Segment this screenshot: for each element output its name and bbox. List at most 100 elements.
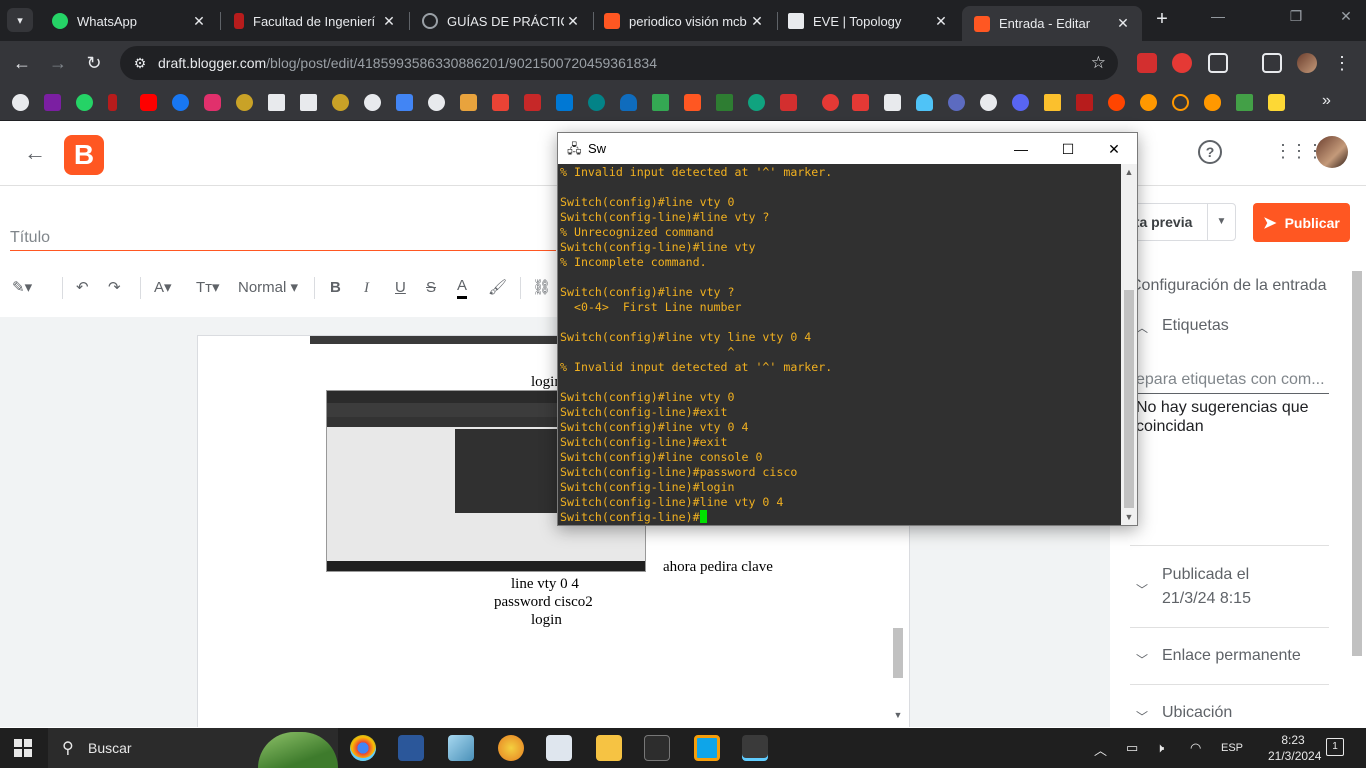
youtube-icon[interactable] xyxy=(140,94,157,111)
volume-mute-icon[interactable]: 🕨 xyxy=(1156,740,1164,756)
tab-whatsapp[interactable]: WhatsApp ✕ xyxy=(40,6,218,36)
close-icon[interactable]: ✕ xyxy=(190,13,208,30)
bookmark-icon[interactable] xyxy=(12,94,29,111)
bookmark-icon[interactable] xyxy=(1204,94,1221,111)
font-icon[interactable]: A▾ xyxy=(154,277,172,299)
facebook-icon[interactable] xyxy=(172,94,189,111)
italic-icon[interactable]: I xyxy=(364,277,369,299)
bookmark-icon[interactable] xyxy=(852,94,869,111)
cloud-icon[interactable] xyxy=(916,94,933,111)
tab-entrada-editar[interactable]: Entrada - Editar ✕ xyxy=(962,6,1142,41)
bookmark-icon[interactable] xyxy=(44,94,61,111)
bookmark-icon[interactable] xyxy=(1044,94,1061,111)
app-icon[interactable] xyxy=(448,735,474,761)
battery-icon[interactable]: ▭ xyxy=(1126,740,1138,756)
back-button[interactable]: ← xyxy=(9,51,35,77)
whatsapp-icon[interactable] xyxy=(76,94,93,111)
tab-periodico[interactable]: periodico visión mcb ✕ xyxy=(592,6,776,36)
globe-icon[interactable] xyxy=(364,94,381,111)
more-bookmarks-icon[interactable]: » xyxy=(1322,92,1331,110)
forward-button[interactable]: → xyxy=(45,51,71,77)
tab-search-button[interactable]: ▾ xyxy=(7,8,33,32)
undo-icon[interactable]: ↶ xyxy=(76,277,89,299)
chevron-down-icon[interactable]: ﹀ xyxy=(1136,708,1148,725)
reload-button[interactable]: ↻ xyxy=(81,51,107,77)
drive-icon[interactable] xyxy=(652,94,669,111)
google-icon[interactable] xyxy=(980,94,997,111)
maximize-icon[interactable]: ☐ xyxy=(1045,138,1091,160)
bookmark-star-icon[interactable]: ☆ xyxy=(1091,53,1106,73)
text-color-icon[interactable]: A xyxy=(457,277,468,299)
blogger-icon[interactable] xyxy=(684,94,701,111)
scihub-icon[interactable] xyxy=(1076,94,1093,111)
apps-grid-icon[interactable]: ⋮⋮⋮ xyxy=(1274,141,1324,161)
reddit-icon[interactable] xyxy=(1108,94,1125,111)
word-icon[interactable] xyxy=(398,735,424,761)
new-tab-button[interactable]: + xyxy=(1151,8,1173,32)
translate-icon[interactable] xyxy=(396,94,413,111)
chrome-icon[interactable] xyxy=(350,735,376,761)
close-icon[interactable]: ✕ xyxy=(748,13,766,30)
scroll-up-icon[interactable]: ▲ xyxy=(1121,164,1137,180)
bookmark-icon[interactable] xyxy=(332,94,349,111)
heart-icon[interactable] xyxy=(822,94,839,111)
bookmark-icon[interactable] xyxy=(1236,94,1253,111)
labels-toggle[interactable]: Etiquetas xyxy=(1162,317,1229,335)
highlight-icon[interactable]: 🖌 xyxy=(488,277,507,299)
app-icon[interactable] xyxy=(546,735,572,761)
terminal-window[interactable]: 🖧 Sw — ☐ ✕ % Invalid input detected at '… xyxy=(557,132,1138,526)
text-size-icon[interactable]: Tт▾ xyxy=(196,277,220,299)
chevron-up-icon[interactable]: ︿ xyxy=(1094,740,1107,759)
redo-icon[interactable]: ↷ xyxy=(108,277,121,299)
clock[interactable]: 8:23 21/3/2024 xyxy=(1268,732,1321,764)
site-info-icon[interactable]: ⚙ xyxy=(130,55,150,72)
permalink-toggle[interactable]: Enlace permanente xyxy=(1162,647,1301,665)
sharepoint-icon[interactable] xyxy=(588,94,605,111)
published-toggle[interactable]: Publicada el xyxy=(1162,566,1249,584)
puzzle-icon[interactable] xyxy=(1208,53,1228,73)
blogger-logo[interactable]: B xyxy=(64,135,104,175)
menu-dots-icon[interactable]: ⋮ xyxy=(1329,51,1355,77)
bookmark-icon[interactable] xyxy=(108,94,117,111)
labels-input[interactable]: epara etiquetas con com... xyxy=(1136,371,1325,389)
wifi-icon[interactable]: ◠ xyxy=(1190,740,1201,756)
discord-icon[interactable] xyxy=(1012,94,1029,111)
link-icon[interactable]: ⛓ xyxy=(532,277,551,299)
publish-button[interactable]: ➤ Publicar xyxy=(1253,203,1350,242)
help-icon[interactable]: ? xyxy=(1198,140,1222,164)
close-window-icon[interactable]: ✕ xyxy=(1326,8,1366,25)
instagram-icon[interactable] xyxy=(204,94,221,111)
extension-icon[interactable] xyxy=(1172,53,1192,73)
onedrive-icon[interactable] xyxy=(620,94,637,111)
extension-icon[interactable] xyxy=(1137,53,1157,73)
scroll-down-icon[interactable]: ▼ xyxy=(1121,509,1137,525)
bookmark-icon[interactable] xyxy=(1268,94,1285,111)
strikethrough-icon[interactable]: S xyxy=(426,277,436,299)
globe-icon[interactable] xyxy=(428,94,445,111)
back-arrow-icon[interactable]: ← xyxy=(24,140,46,166)
chevron-down-icon[interactable]: ﹀ xyxy=(1136,581,1148,598)
close-icon[interactable]: ✕ xyxy=(1091,138,1137,160)
tab-facultad[interactable]: Facultad de Ingenierí ✕ xyxy=(222,6,408,36)
minimize-icon[interactable]: — xyxy=(998,138,1044,160)
close-icon[interactable]: ✕ xyxy=(1114,15,1132,32)
profile-avatar[interactable] xyxy=(1297,53,1317,73)
chevron-down-icon[interactable]: ﹀ xyxy=(1136,651,1148,668)
pencil-icon[interactable]: ✎▾ xyxy=(12,277,32,299)
close-icon[interactable]: ✕ xyxy=(932,13,950,30)
taskbar-search[interactable]: ⚲ Buscar xyxy=(48,728,338,768)
language-indicator[interactable]: ESP xyxy=(1221,742,1243,754)
chatgpt-icon[interactable] xyxy=(748,94,765,111)
bookmark-icon[interactable] xyxy=(236,94,253,111)
terminal-scrollbar[interactable]: ▲ ▼ xyxy=(1121,164,1137,525)
app-icon[interactable] xyxy=(694,735,720,761)
eve-icon[interactable] xyxy=(268,94,285,111)
location-toggle[interactable]: Ubicación xyxy=(1162,704,1232,722)
notifications-icon[interactable]: 1 xyxy=(1326,738,1344,756)
underline-icon[interactable]: U xyxy=(395,277,406,299)
putty-icon[interactable] xyxy=(742,735,768,761)
restore-icon[interactable]: ❐ xyxy=(1276,8,1316,25)
chevron-down-icon[interactable]: ▼ xyxy=(1207,204,1235,240)
close-icon[interactable]: ✕ xyxy=(380,13,398,30)
paragraph-format-dropdown[interactable]: Normal ▾ xyxy=(238,277,298,299)
